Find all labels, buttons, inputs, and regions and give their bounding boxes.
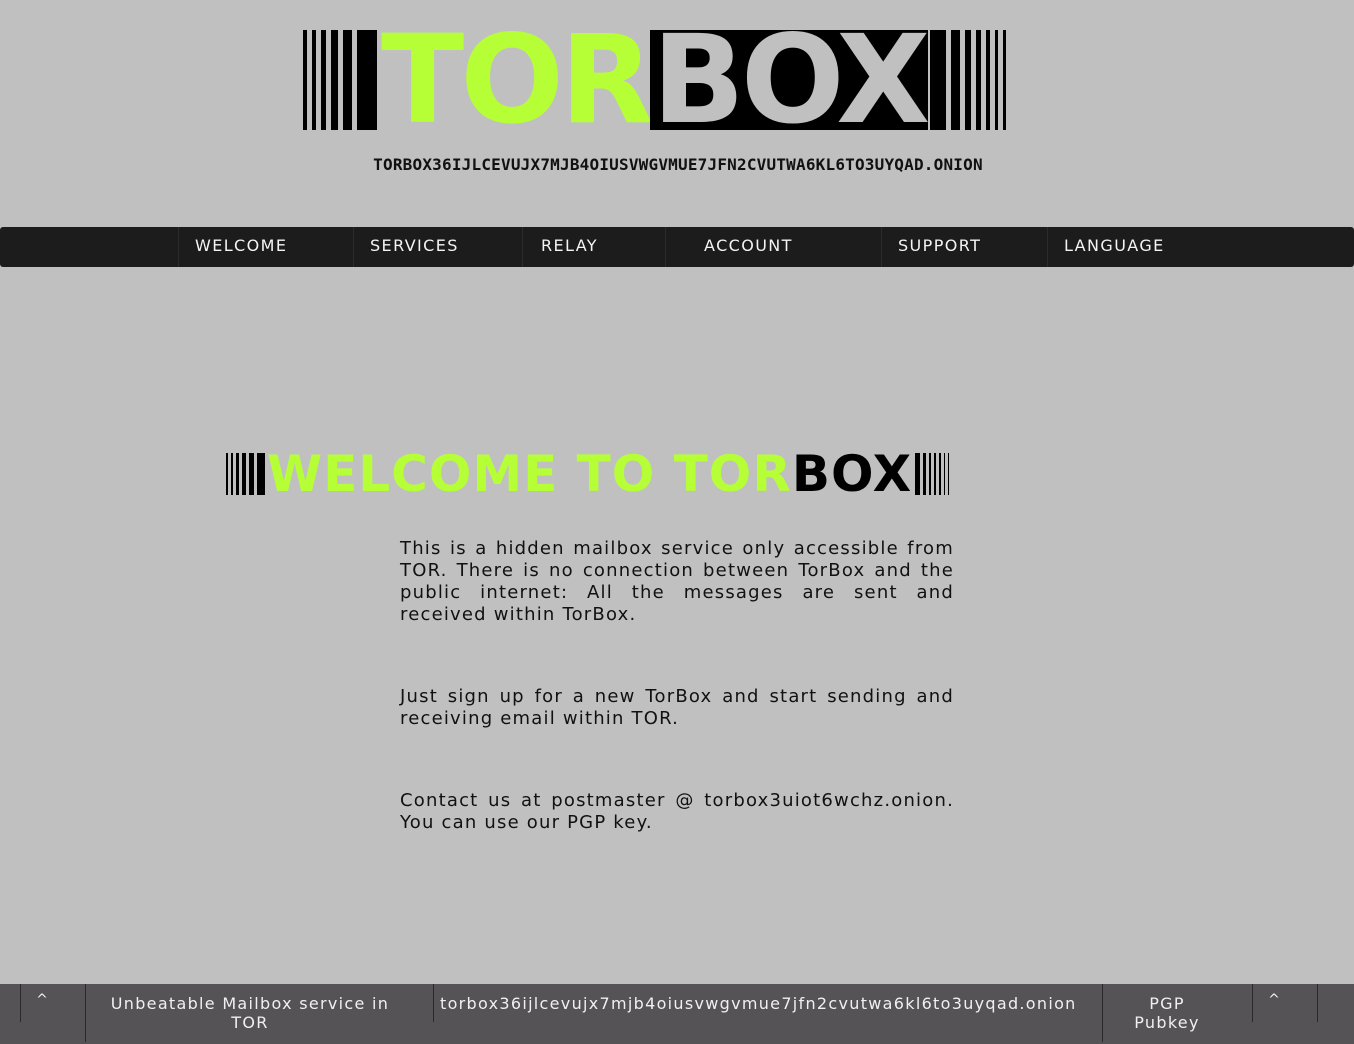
intro-paragraph: This is a hidden mailbox service only ac… [400, 538, 954, 625]
footer-divider [20, 984, 21, 1022]
onion-address-banner: TORBOX36IJLCEVUJX7MJB4OIUSVWGVMUE7JFN2CV… [373, 155, 983, 174]
footer-divider [1317, 984, 1318, 1022]
barcode-left-decoration [226, 453, 267, 495]
nav-item-relay[interactable]: RELAY [522, 227, 664, 267]
footer: ^ Unbeatable Mailbox service in TOR torb… [0, 984, 1354, 1044]
main-nav: WELCOME SERVICES RELAY ACCOUNT SUPPORT L… [0, 227, 1354, 267]
signup-paragraph: Just sign up for a new TorBox and start … [400, 686, 954, 729]
footer-divider [85, 984, 86, 1042]
torbox-logo: TOR BOX [303, 9, 1052, 151]
contact-paragraph: Contact us at postmaster @ torbox3uiot6w… [400, 790, 954, 833]
footer-pgp-link[interactable]: PGP Pubkey [1128, 994, 1206, 1032]
logo-tor-text: TOR [381, 9, 654, 151]
nav-item-account[interactable]: ACCOUNT [665, 227, 881, 267]
scroll-top-right-icon[interactable]: ^ [1264, 992, 1284, 1008]
footer-onion-link[interactable]: torbox36ijlcevujx7mjb4oiusvwgvmue7jfn2cv… [440, 994, 1076, 1013]
welcome-heading: WELCOME TO TOR BOX [226, 445, 950, 503]
footer-divider [1252, 984, 1253, 1022]
welcome-heading-black: BOX [791, 445, 913, 503]
footer-tagline: Unbeatable Mailbox service in TOR [110, 994, 390, 1032]
nav-item-welcome[interactable]: WELCOME [178, 227, 352, 267]
nav-item-services[interactable]: SERVICES [353, 227, 521, 267]
barcode-right-decoration [915, 453, 950, 495]
nav-item-language[interactable]: LANGUAGE [1047, 227, 1207, 267]
footer-divider [1102, 984, 1103, 1042]
footer-divider [433, 984, 434, 1022]
logo-box-text: BOX [649, 9, 930, 151]
scroll-top-left-icon[interactable]: ^ [32, 992, 52, 1008]
welcome-heading-green: WELCOME TO TOR [267, 445, 792, 503]
nav-item-support[interactable]: SUPPORT [881, 227, 1047, 267]
barcode-left-decoration [303, 30, 381, 130]
barcode-right-decoration [930, 30, 1007, 130]
